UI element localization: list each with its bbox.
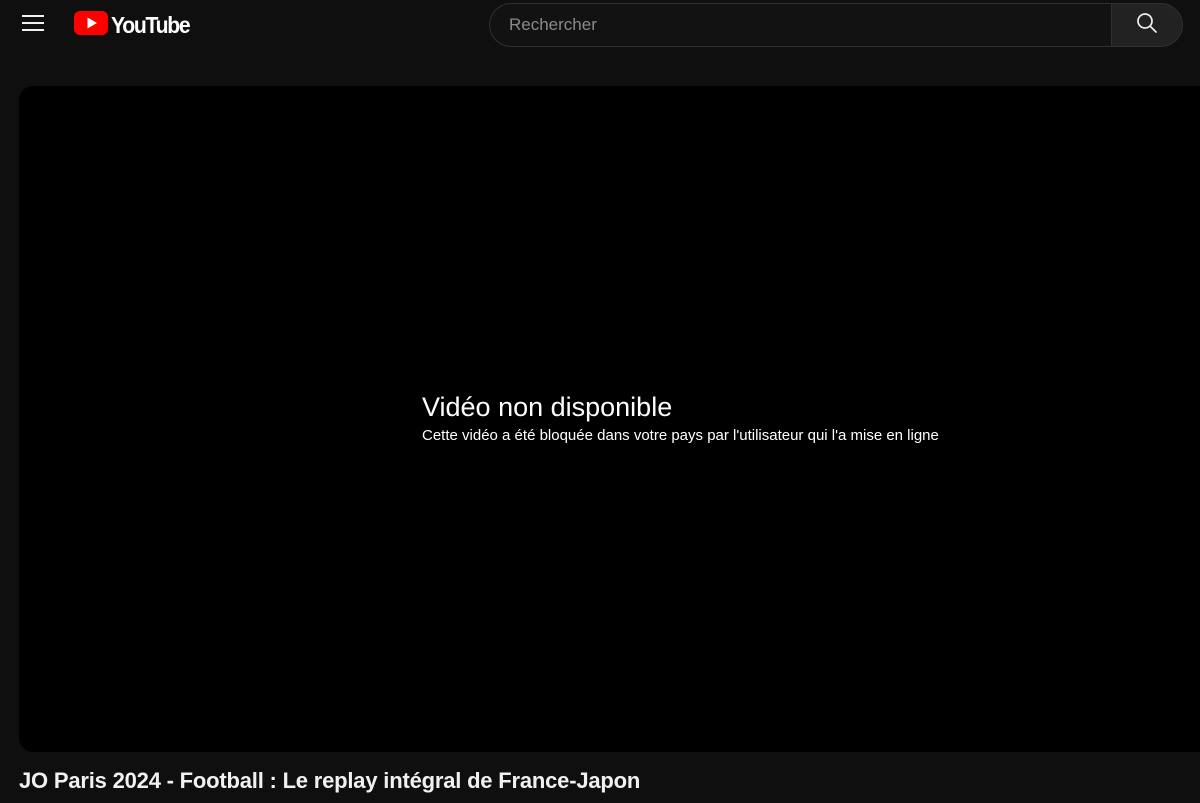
error-title: Vidéo non disponible bbox=[422, 392, 673, 422]
menu-button[interactable] bbox=[14, 6, 52, 44]
search-icon bbox=[1135, 11, 1159, 40]
masthead: YouTube bbox=[0, 0, 1200, 52]
youtube-logo[interactable]: YouTube bbox=[74, 10, 196, 40]
search-box bbox=[489, 3, 1183, 47]
youtube-play-icon bbox=[74, 10, 108, 40]
logo-text: YouTube bbox=[111, 12, 191, 38]
video-title: JO Paris 2024 - Football : Le replay int… bbox=[19, 768, 641, 793]
video-player[interactable]: Vidéo non disponible Cette vidéo a été b… bbox=[19, 86, 1200, 752]
hamburger-menu-icon bbox=[22, 14, 44, 36]
search-input[interactable] bbox=[489, 3, 1111, 47]
error-reason: Cette vidéo a été bloquée dans votre pay… bbox=[422, 427, 939, 444]
search-button[interactable] bbox=[1111, 3, 1183, 47]
unavailable-message: Vidéo non disponible Cette vidéo a été b… bbox=[422, 391, 939, 446]
